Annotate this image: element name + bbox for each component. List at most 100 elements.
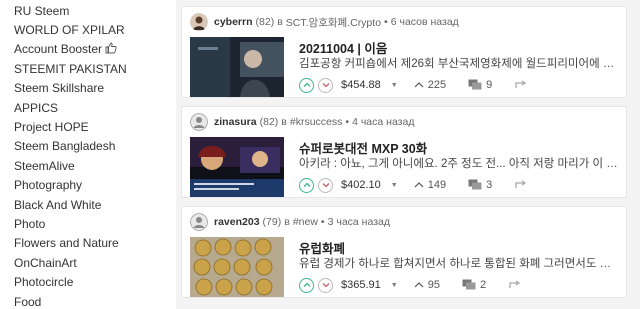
voters-chevron-icon[interactable]	[414, 80, 424, 90]
post-excerpt[interactable]: 아키라 : 아뇨, 그게 아니에요. 2주 정도 전... 아직 저랑 마리가 …	[299, 155, 619, 171]
post-header: zinasura (82) в #krsuccess • 4 часа наза…	[190, 113, 417, 131]
community-sidebar: RU Steem WORLD OF XPILAR Account Booster…	[0, 0, 176, 309]
comments-icon[interactable]	[468, 179, 482, 191]
vote-count[interactable]: 95	[428, 279, 440, 291]
post-thumbnail[interactable]	[190, 37, 284, 97]
payout-value[interactable]: $365.91	[341, 279, 381, 291]
post-time[interactable]: 3 часа назад	[328, 216, 390, 228]
author-link[interactable]: cyberrn	[214, 16, 253, 28]
sidebar-item-label: Food	[14, 294, 42, 309]
post-time[interactable]: 4 часа назад	[352, 116, 414, 128]
author-link[interactable]: raven203	[214, 216, 260, 228]
resteem-icon[interactable]	[514, 79, 527, 91]
sidebar-item-steem-bangladesh[interactable]: Steem Bangladesh	[0, 137, 176, 156]
post-header: raven203 (79) в #new • 3 часа назад	[190, 213, 393, 231]
chevron-up-icon	[303, 82, 310, 87]
sidebar-item-steemit-pakistan[interactable]: STEEMIT PAKISTAN	[0, 59, 176, 78]
sidebar-item-label: Photo	[14, 216, 46, 231]
post-excerpt[interactable]: 유럽 경제가 하나로 합쳐지면서 하나로 통합된 화폐 그러면서도 개...	[299, 255, 619, 271]
meta-separator: •	[384, 16, 388, 28]
author-link[interactable]: zinasura	[214, 116, 257, 128]
downvote-button[interactable]	[318, 77, 333, 93]
sidebar-item-photography[interactable]: Photography	[0, 176, 176, 195]
category-link[interactable]: SCT.암호화폐.Crypto	[286, 15, 381, 30]
avatar[interactable]	[190, 13, 208, 31]
category-link[interactable]: #krsuccess	[290, 116, 343, 128]
sidebar-item-ru-steem[interactable]: RU Steem	[0, 1, 176, 20]
post-thumbnail[interactable]	[190, 237, 284, 297]
sidebar-item-label: Steem Bangladesh	[14, 139, 116, 154]
comments-icon[interactable]	[462, 279, 476, 291]
post-actions: $454.88 ▼ 225 9	[299, 76, 527, 94]
chevron-up-icon	[303, 182, 310, 187]
sidebar-item-black-and-white[interactable]: Black And White	[0, 195, 176, 214]
comment-count[interactable]: 3	[486, 179, 492, 191]
resteem-icon[interactable]	[508, 279, 521, 291]
comment-count[interactable]: 2	[480, 279, 486, 291]
payout-dropdown-icon[interactable]: ▼	[391, 82, 398, 89]
chevron-down-icon	[322, 83, 329, 88]
vote-count[interactable]: 149	[428, 179, 446, 191]
vote-count[interactable]: 225	[428, 79, 446, 91]
sidebar-item-project-hope[interactable]: Project HOPE	[0, 117, 176, 136]
sidebar-item-world-of-xpilar[interactable]: WORLD OF XPILAR	[0, 20, 176, 39]
downvote-button[interactable]	[318, 177, 333, 193]
post-thumbnail[interactable]	[190, 137, 284, 197]
sidebar-item-steemalive[interactable]: SteemAlive	[0, 156, 176, 175]
reputation-score: (79)	[262, 216, 282, 228]
sidebar-item-label: STEEMIT PAKISTAN	[14, 61, 127, 76]
payout-dropdown-icon[interactable]: ▼	[391, 282, 398, 289]
in-label: в	[284, 216, 290, 228]
sidebar-item-label: SteemAlive	[14, 158, 75, 173]
meta-separator: •	[320, 216, 325, 228]
chevron-down-icon	[322, 183, 329, 188]
category-link[interactable]: #new	[293, 216, 318, 228]
sidebar-item-onchainart[interactable]: OnChainArt	[0, 253, 176, 272]
payout-value[interactable]: $402.10	[341, 179, 381, 191]
meta-separator: •	[345, 116, 350, 128]
post-time[interactable]: 6 часов назад	[391, 16, 459, 28]
chevron-down-icon	[322, 283, 329, 288]
voters-chevron-icon[interactable]	[414, 180, 424, 190]
sidebar-item-flowers-and-nature[interactable]: Flowers and Nature	[0, 234, 176, 253]
voters-chevron-icon[interactable]	[414, 280, 424, 290]
sidebar-item-photocircle[interactable]: Photocircle	[0, 272, 176, 291]
payout-dropdown-icon[interactable]: ▼	[391, 182, 398, 189]
payout-value[interactable]: $454.88	[341, 79, 381, 91]
avatar[interactable]	[190, 213, 208, 231]
page-margin	[630, 0, 640, 309]
post-card: raven203 (79) в #new • 3 часа назад 유럽화폐…	[181, 206, 627, 298]
resteem-icon[interactable]	[514, 179, 527, 191]
reputation-score: (82)	[259, 116, 279, 128]
sidebar-item-label: WORLD OF XPILAR	[14, 23, 125, 38]
post-actions: $402.10 ▼ 149 3	[299, 176, 527, 194]
reputation-score: (82)	[255, 16, 275, 28]
sidebar-item-steem-skillshare[interactable]: Steem Skillshare	[0, 79, 176, 98]
comments-icon[interactable]	[468, 79, 482, 91]
chevron-up-icon	[303, 282, 310, 287]
comment-count[interactable]: 9	[486, 79, 492, 91]
in-label: в	[281, 116, 287, 128]
upvote-button[interactable]	[299, 77, 314, 93]
sidebar-item-label: Black And White	[14, 197, 102, 212]
sidebar-item-label: RU Steem	[14, 3, 70, 18]
sidebar-item-food[interactable]: Food	[0, 292, 176, 309]
sidebar-item-label: APPICS	[14, 100, 59, 115]
thumbs-up-icon	[105, 42, 117, 57]
sidebar-item-label: Photography	[14, 178, 83, 193]
downvote-button[interactable]	[318, 277, 333, 293]
sidebar-item-label: Steem Skillshare	[14, 81, 105, 96]
sidebar-item-label: Flowers and Nature	[14, 236, 119, 251]
post-feed: cyberrn (82) в SCT.암호화폐.Crypto • 6 часов…	[181, 0, 627, 309]
post-card: zinasura (82) в #krsuccess • 4 часа наза…	[181, 106, 627, 198]
sidebar-item-appics[interactable]: APPICS	[0, 98, 176, 117]
avatar[interactable]	[190, 113, 208, 131]
post-header: cyberrn (82) в SCT.암호화폐.Crypto • 6 часов…	[190, 13, 462, 31]
sidebar-item-photo[interactable]: Photo	[0, 214, 176, 233]
upvote-button[interactable]	[299, 177, 314, 193]
sidebar-item-label: Photocircle	[14, 275, 74, 290]
post-card: cyberrn (82) в SCT.암호화폐.Crypto • 6 часов…	[181, 6, 627, 98]
sidebar-item-account-booster[interactable]: Account Booster	[0, 40, 176, 59]
upvote-button[interactable]	[299, 277, 314, 293]
post-excerpt[interactable]: 김포공항 커피숍에서 제26회 부산국제영화제에 월드피리미어에 초...	[299, 55, 619, 71]
